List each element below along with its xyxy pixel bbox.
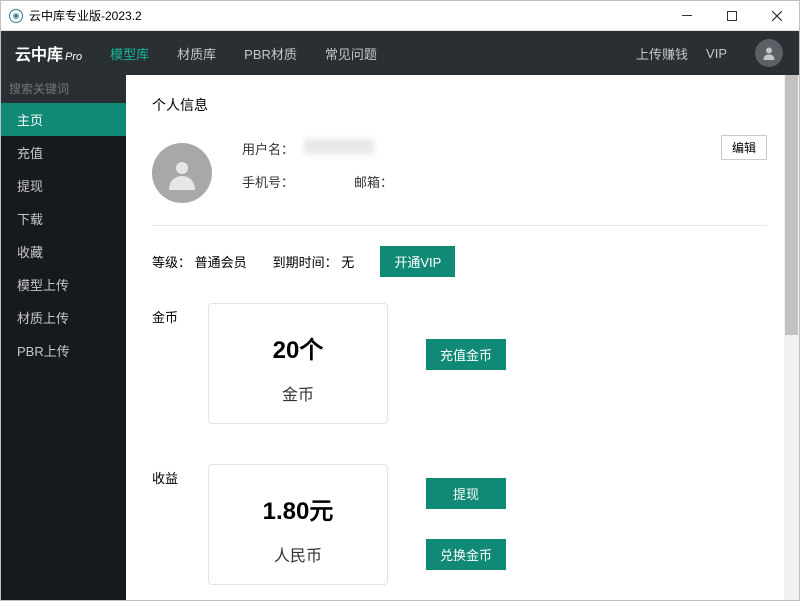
scrollbar[interactable] (784, 75, 799, 600)
sidebar-item-4[interactable]: 收藏 (1, 235, 126, 268)
scrollbar-thumb[interactable] (785, 75, 798, 335)
logo: 云中库Pro (15, 41, 82, 65)
income-value: 1.80元 (219, 491, 377, 526)
recharge-coin-button[interactable]: 充值金币 (426, 339, 506, 370)
user-avatar-button[interactable] (755, 39, 783, 67)
username-value (304, 139, 374, 154)
profile-avatar (152, 143, 212, 203)
content-area: 个人信息 用户名： 手机号： 邮箱： 编辑 (126, 75, 799, 600)
username-label: 用户名： (242, 139, 294, 158)
income-unit: 人民币 (219, 542, 377, 566)
sidebar-item-1[interactable]: 充值 (1, 136, 126, 169)
search-box[interactable] (1, 75, 126, 103)
email-label: 邮箱： (354, 172, 393, 191)
minimize-button[interactable] (664, 1, 709, 30)
sidebar-item-6[interactable]: 材质上传 (1, 301, 126, 334)
window-title: 云中库专业版-2023.2 (29, 7, 664, 24)
sidebar-item-2[interactable]: 提现 (1, 169, 126, 202)
divider (152, 225, 767, 226)
top-nav: 云中库Pro 模型库 材质库 PBR材质 常见问题 上传赚钱 VIP (1, 31, 799, 75)
nav-item-0[interactable]: 模型库 (110, 44, 149, 63)
nav-item-3[interactable]: 常见问题 (325, 44, 377, 63)
edit-button[interactable]: 编辑 (721, 135, 767, 160)
maximize-button[interactable] (709, 1, 754, 30)
phone-label: 手机号： (242, 172, 294, 191)
app-icon: ◉ (9, 9, 23, 23)
nav-item-2[interactable]: PBR材质 (244, 44, 297, 63)
sidebar-item-5[interactable]: 模型上传 (1, 268, 126, 301)
sidebar-item-0[interactable]: 主页 (1, 103, 126, 136)
right-nav-item-0[interactable]: 上传赚钱 (636, 44, 688, 63)
sidebar: 主页充值提现下载收藏模型上传材质上传PBR上传 (1, 75, 126, 600)
exchange-coin-button[interactable]: 兑换金币 (426, 539, 506, 570)
level-label: 等级： (152, 255, 191, 270)
coin-section-label: 金币 (152, 303, 208, 326)
close-button[interactable] (754, 1, 799, 30)
nav-item-1[interactable]: 材质库 (177, 44, 216, 63)
level-value: 普通会员 (195, 255, 247, 270)
right-nav-item-1[interactable]: VIP (706, 46, 727, 61)
page-title: 个人信息 (152, 95, 767, 115)
withdraw-button[interactable]: 提现 (426, 478, 506, 509)
expire-label: 到期时间： (273, 255, 338, 270)
sidebar-item-3[interactable]: 下载 (1, 202, 126, 235)
income-section-label: 收益 (152, 464, 208, 487)
sidebar-item-7[interactable]: PBR上传 (1, 334, 126, 367)
coin-unit: 金币 (219, 381, 377, 405)
titlebar: ◉ 云中库专业版-2023.2 (1, 1, 799, 31)
coin-card: 20个 金币 (208, 303, 388, 424)
coin-value: 20个 (219, 330, 377, 365)
open-vip-button[interactable]: 开通VIP (380, 246, 455, 277)
expire-value: 无 (341, 255, 354, 270)
income-card: 1.80元 人民币 (208, 464, 388, 585)
